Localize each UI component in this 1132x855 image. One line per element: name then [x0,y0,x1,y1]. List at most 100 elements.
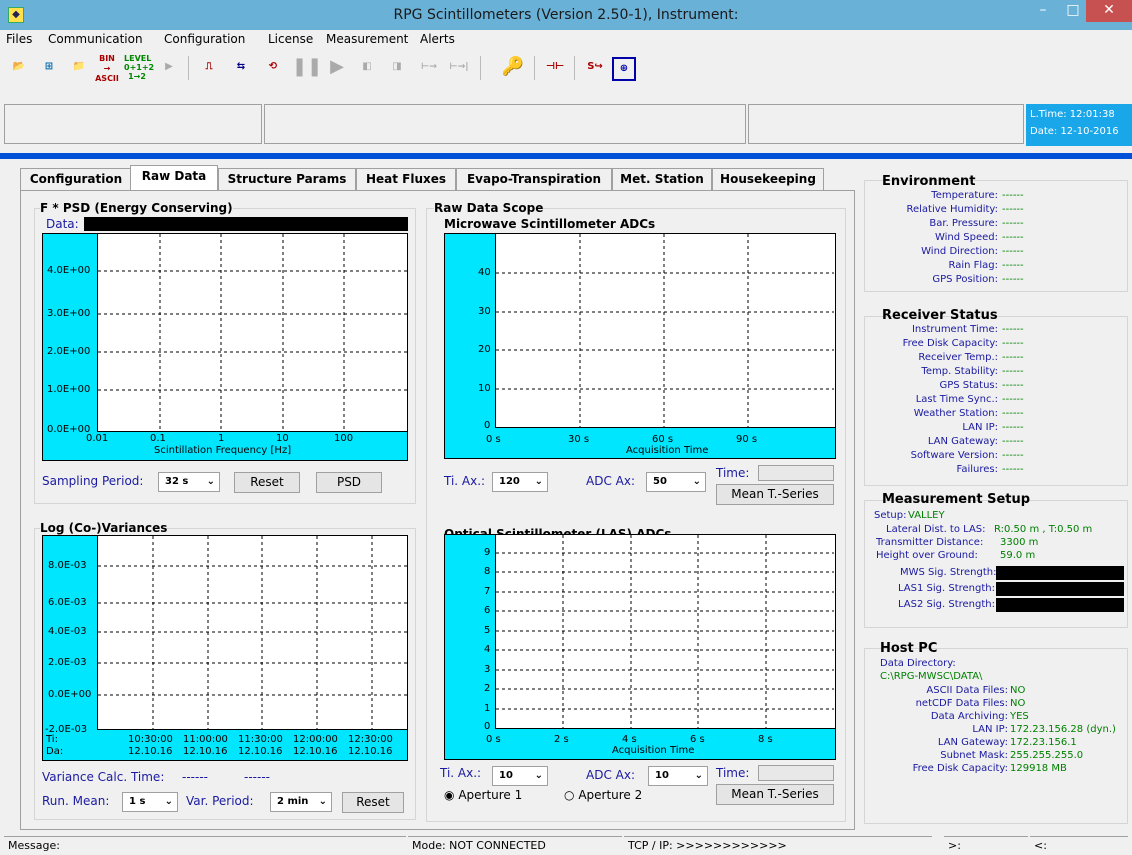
field-value: ------ [1002,218,1024,229]
las-ytick: 2 [484,683,491,694]
las-ti-ax-label: Ti. Ax.: [440,766,482,780]
field-value: ------ [1002,260,1024,271]
chevron-down-icon: ⌄ [694,770,703,781]
field-value: NO [1010,685,1026,696]
status-message: Message: [4,836,406,854]
field-label: Temperature: [931,190,998,201]
data-dir-value: C:\RPG-MWSC\DATA\ [880,671,983,682]
las-ytick: 5 [484,625,491,636]
mws-strength-label: MWS Sig. Strength: [900,567,997,578]
las-mean-series-button[interactable]: Mean T.-Series [716,784,834,805]
radio-unselected-icon: ○ [564,788,575,802]
setup-title: Measurement Setup [882,492,1031,507]
field-value: ------ [1002,246,1024,257]
height-value: 59.0 m [1000,550,1036,561]
field-label: LAN Gateway: [927,436,998,447]
field-label: Last Time Sync.: [915,394,998,405]
environment-title: Environment [882,174,976,189]
field-value: ------ [1002,338,1024,349]
field-value: ------ [1002,436,1024,447]
las-ti-ax-value: 10 [499,770,513,781]
field-value: ------ [1002,464,1024,475]
las-xtick: 8 s [758,734,773,745]
field-value: ------ [1002,450,1024,461]
field-value: YES [1010,711,1029,722]
mws-strength-bar [996,566,1124,580]
las1-strength-label: LAS1 Sig. Strength: [898,583,995,594]
field-label: ASCII Data Files: [926,685,1008,696]
field-label: Rain Flag: [948,260,998,271]
aperture1-radio[interactable]: ◉ Aperture 1 [444,788,522,802]
aperture2-radio[interactable]: ○ Aperture 2 [564,788,642,802]
las-time-field[interactable] [758,765,834,781]
las-xlabel: Acquisition Time [612,745,695,756]
las-xtick: 0 s [486,734,501,745]
field-label: Weather Station: [913,408,998,419]
lateral-dist-value: R:0.50 m , T:0.50 m [994,524,1093,535]
field-value: 172.23.156.28 (dyn.) [1010,724,1116,735]
field-label: GPS Status: [939,380,998,391]
field-label: LAN IP: [972,724,1008,735]
field-label: Software Version: [910,450,998,461]
field-value: ------ [1002,422,1024,433]
aperture1-label: Aperture 1 [458,788,523,802]
las-time-label: Time: [716,766,750,780]
field-label: Wind Direction: [921,246,998,257]
field-label: Free Disk Capacity: [902,338,998,349]
field-label: LAN Gateway: [937,737,1008,748]
receiver-title: Receiver Status [882,308,998,323]
las-ytick: 3 [484,664,491,675]
las-adc-ax-value: 10 [655,770,669,781]
transmitter-dist-value: 3300 m [1000,537,1039,548]
lateral-dist-label: Lateral Dist. to LAS: [886,524,986,535]
las-ytick: 4 [484,644,491,655]
field-label: Failures: [956,464,998,475]
status-mode: Mode: NOT CONNECTED [408,836,622,854]
field-value: ------ [1002,324,1024,335]
field-value: 129918 MB [1010,763,1067,774]
setup-value: VALLEY [908,510,945,521]
status-tcp: TCP / IP: >>>>>>>>>>>> [624,836,932,854]
field-label: Free Disk Capacity: [912,763,1008,774]
las-ytick: 1 [484,703,491,714]
field-label: Temp. Stability: [921,366,998,377]
las-ytick: 0 [484,721,491,732]
field-value: ------ [1002,380,1024,391]
las2-strength-bar [996,598,1124,612]
las-adc-ax-label: ADC Ax: [586,768,635,782]
field-value: ------ [1002,274,1024,285]
field-value: ------ [1002,190,1024,201]
field-label: Receiver Temp.: [918,352,998,363]
field-value: 255.255.255.0 [1010,750,1084,761]
las-xtick: 2 s [554,734,569,745]
field-label: Subnet Mask: [940,750,1008,761]
setup-label: Setup: [874,510,907,521]
field-label: Data Archiving: [930,711,1008,722]
status-lt: <: [1030,836,1128,854]
aperture2-label: Aperture 2 [578,788,643,802]
transmitter-dist-label: Transmitter Distance: [876,537,984,548]
field-value: ------ [1002,408,1024,419]
las-xtick: 4 s [622,734,637,745]
field-value: 172.23.156.1 [1010,737,1077,748]
chevron-down-icon: ⌄ [534,770,543,781]
las-ti-ax-select[interactable]: 10 ⌄ [492,766,548,786]
field-label: LAN IP: [962,422,998,433]
status-gt: >: [944,836,1028,854]
host-title: Host PC [880,641,938,656]
las2-strength-label: LAS2 Sig. Strength: [898,599,995,610]
las1-strength-bar [996,582,1124,596]
las-xtick: 6 s [690,734,705,745]
las-ytick: 7 [484,586,491,597]
las-ytick: 6 [484,605,491,616]
field-value: ------ [1002,394,1024,405]
field-label: Bar. Pressure: [929,218,998,229]
field-value: ------ [1002,232,1024,243]
field-label: GPS Position: [932,274,998,285]
las-ytick: 8 [484,566,491,577]
las-adc-ax-select[interactable]: 10 ⌄ [648,766,708,786]
field-value: ------ [1002,366,1024,377]
las-ytick: 9 [484,547,491,558]
field-label: Relative Humidity: [906,204,999,215]
field-value: NO [1010,698,1026,709]
